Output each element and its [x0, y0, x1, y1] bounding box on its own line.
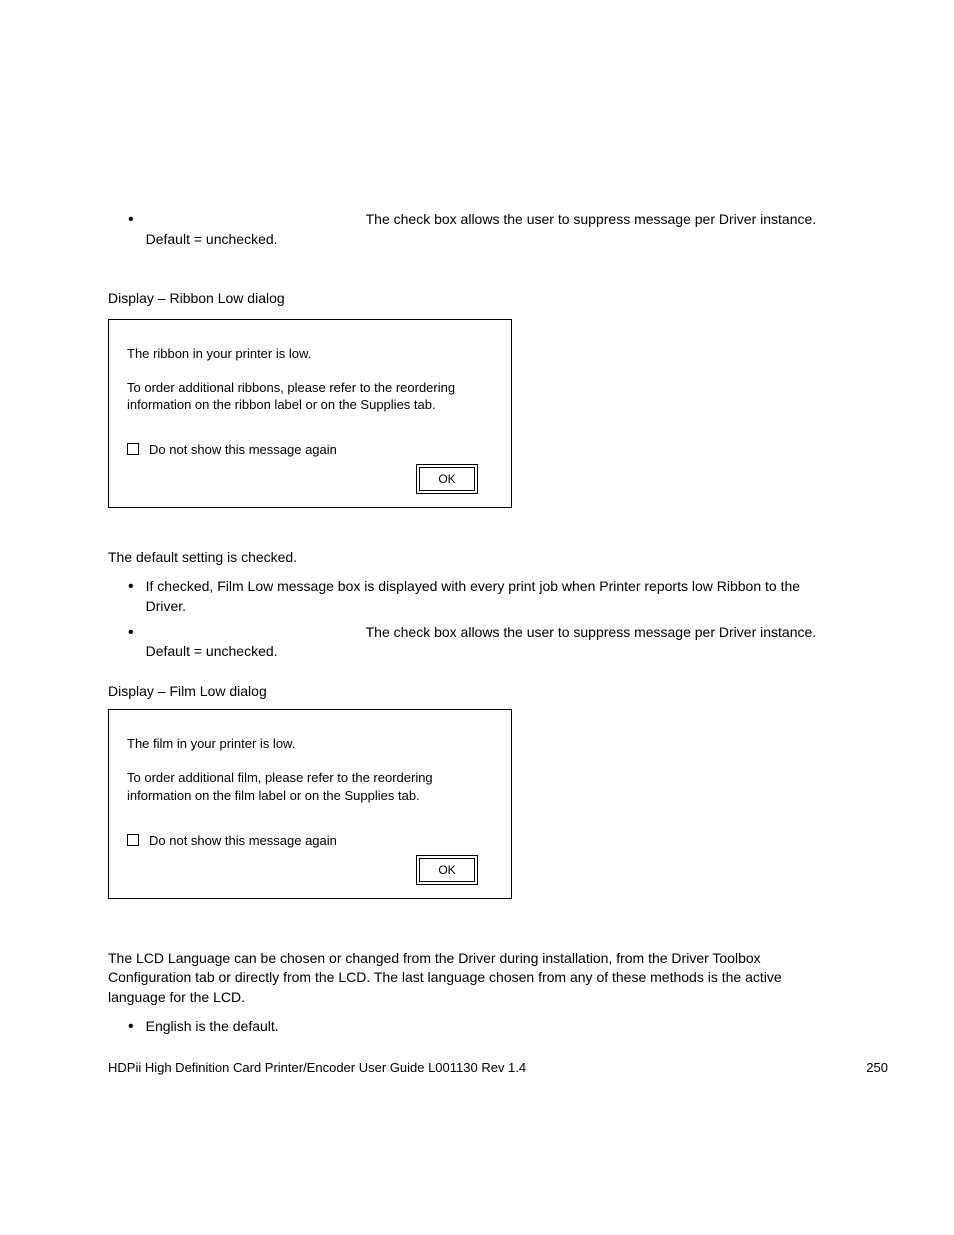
page-number: 250 — [866, 1060, 888, 1075]
bullet-dot-icon: • — [128, 622, 134, 644]
bullet-text: English is the default. — [146, 1017, 840, 1037]
bullet-dot-icon: • — [128, 209, 134, 231]
bullet-text: The check box allows the user to suppres… — [146, 210, 840, 249]
footer-doc-title: HDPii High Definition Card Printer/Encod… — [108, 1060, 526, 1075]
bullet-text: The check box allows the user to suppres… — [146, 623, 840, 662]
dialog-message-line2: To order additional film, please refer t… — [127, 769, 493, 804]
bullet-item: • English is the default. — [128, 1017, 840, 1038]
dialog-message-line2: To order additional ribbons, please refe… — [127, 379, 493, 414]
checkbox-icon[interactable] — [127, 834, 139, 846]
checkbox-label: Do not show this message again — [149, 442, 337, 457]
lcd-language-para: The LCD Language can be chosen or change… — [108, 949, 840, 1008]
section-ribbon-low-label: Display – Ribbon Low dialog — [108, 289, 840, 309]
dialog-button-row: OK — [127, 467, 493, 491]
top-bullet-list: • The check box allows the user to suppr… — [128, 210, 840, 249]
page-footer: HDPii High Definition Card Printer/Encod… — [108, 1060, 888, 1075]
film-low-dialog: The film in your printer is low. To orde… — [108, 709, 512, 898]
dialog-checkbox-row[interactable]: Do not show this message again — [127, 442, 493, 457]
dialog-checkbox-row[interactable]: Do not show this message again — [127, 833, 493, 848]
checkbox-label: Do not show this message again — [149, 833, 337, 848]
default-setting-para: The default setting is checked. — [108, 548, 840, 568]
bullet-item: • If checked, Film Low message box is di… — [128, 577, 840, 616]
bullet-dot-icon: • — [128, 1016, 134, 1038]
page-content: • The check box allows the user to suppr… — [0, 0, 900, 1119]
dialog-message-line1: The ribbon in your printer is low. — [127, 346, 493, 361]
ok-button[interactable]: OK — [419, 467, 475, 491]
mid-bullet-list: • If checked, Film Low message box is di… — [128, 577, 840, 661]
dialog-button-row: OK — [127, 858, 493, 882]
section-film-low-label: Display – Film Low dialog — [108, 682, 840, 702]
ribbon-low-dialog: The ribbon in your printer is low. To or… — [108, 319, 512, 508]
checkbox-icon[interactable] — [127, 443, 139, 455]
bullet-item: • The check box allows the user to suppr… — [128, 623, 840, 662]
bullet-item: • The check box allows the user to suppr… — [128, 210, 840, 249]
lcd-bullet-list: • English is the default. — [128, 1017, 840, 1038]
bullet-dot-icon: • — [128, 576, 134, 598]
dialog-message-line1: The film in your printer is low. — [127, 736, 493, 751]
ok-button[interactable]: OK — [419, 858, 475, 882]
bullet-text: If checked, Film Low message box is disp… — [146, 577, 840, 616]
